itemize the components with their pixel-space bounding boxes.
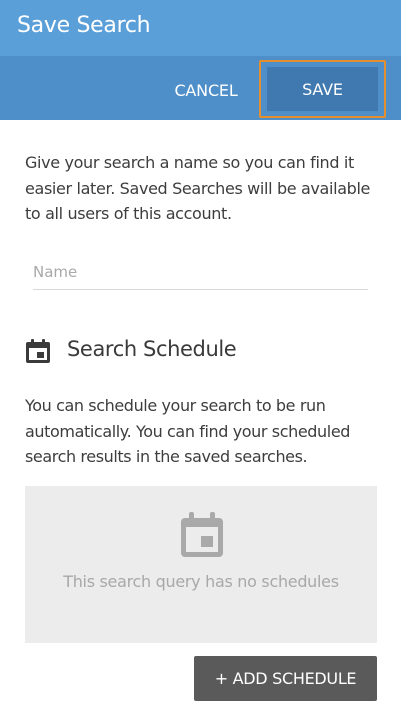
schedule-description: You can schedule your search to be run a…	[25, 396, 351, 466]
schedules-empty-state: This search query has no schedules	[25, 486, 377, 643]
add-schedule-button[interactable]: + ADD SCHEDULE	[194, 656, 377, 701]
dialog-title-bar: Save Search	[0, 0, 401, 56]
calendar-icon	[181, 512, 223, 557]
calendar-icon	[26, 339, 50, 363]
save-button[interactable]: SAVE	[267, 67, 378, 111]
cancel-button[interactable]: CANCEL	[162, 70, 250, 110]
empty-state-message: This search query has no schedules	[63, 572, 339, 591]
dialog-title: Save Search	[17, 13, 151, 38]
search-name-input[interactable]	[33, 259, 368, 290]
intro-description: Give your search a name so you can find …	[25, 153, 371, 223]
schedule-section-title: Search Schedule	[67, 337, 237, 361]
